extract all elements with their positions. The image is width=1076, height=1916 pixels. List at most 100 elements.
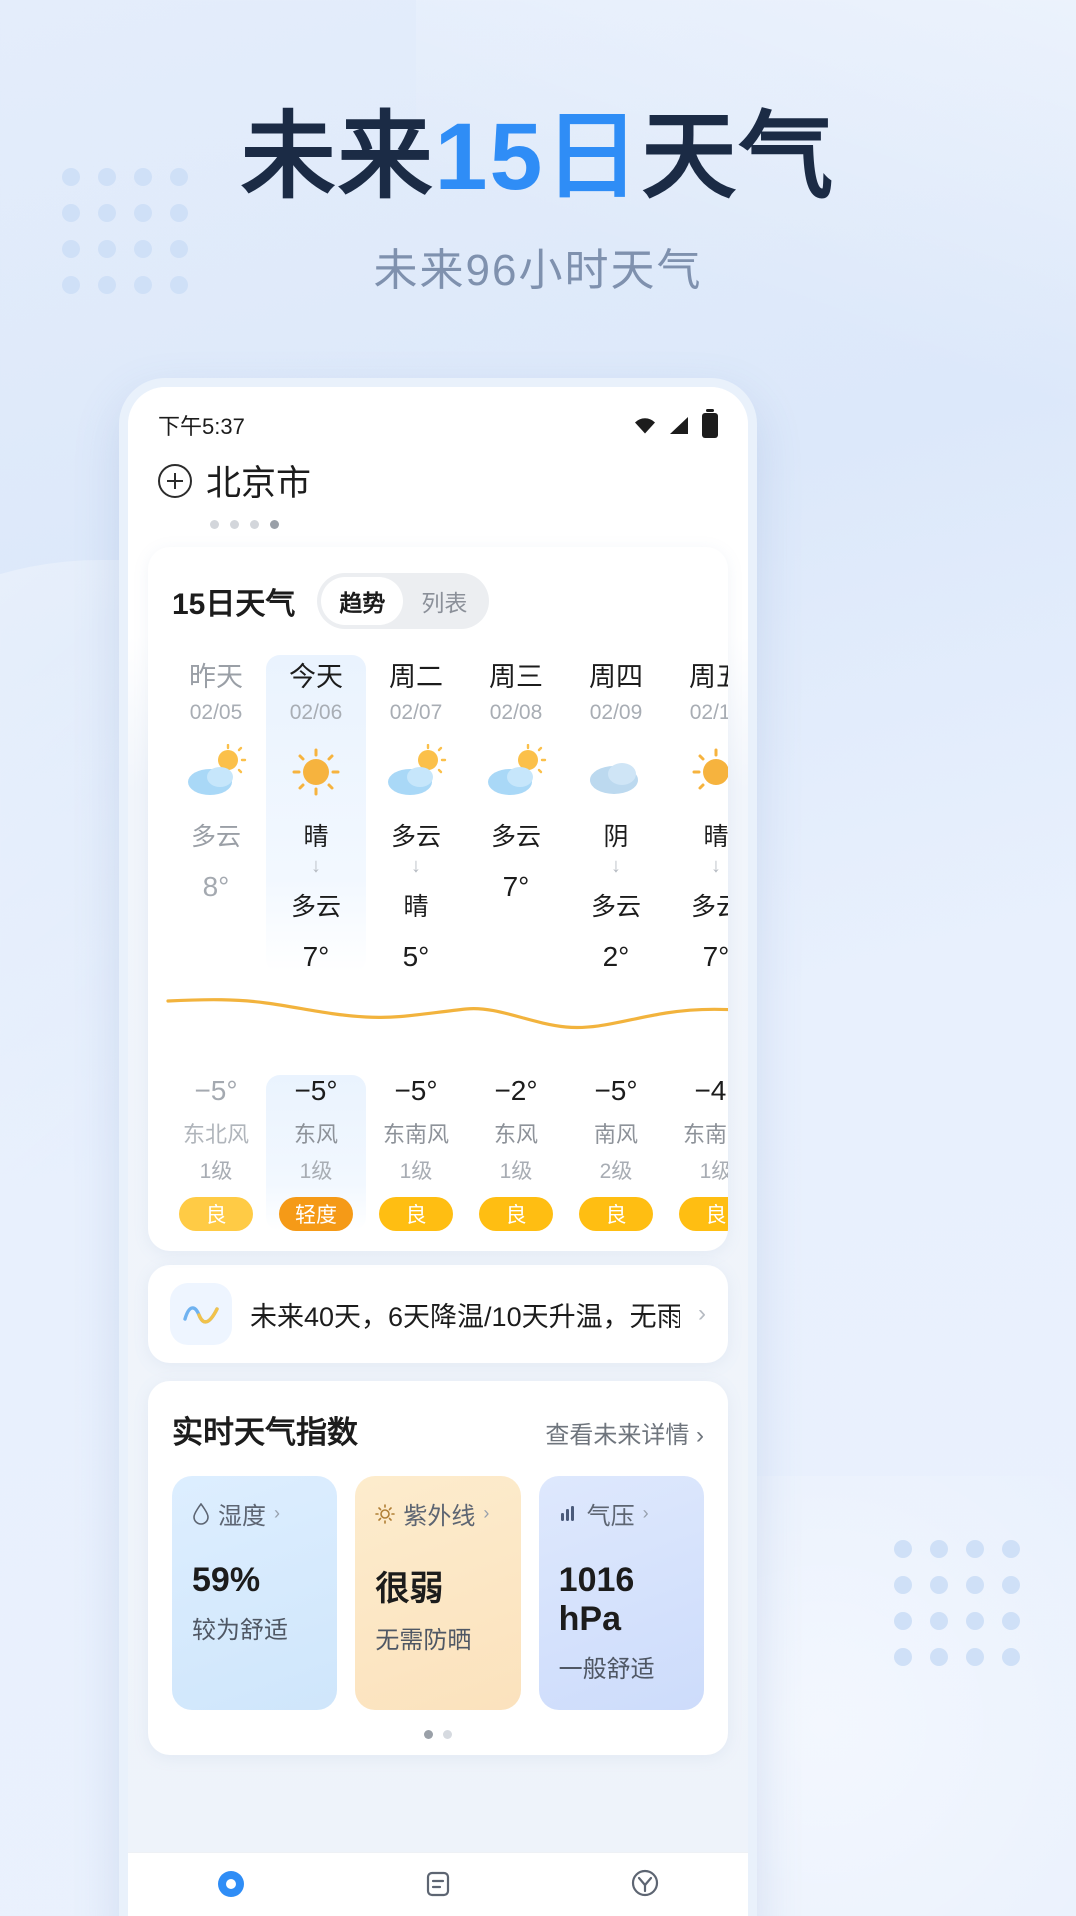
day-date: 02/10: [689, 701, 728, 724]
day-condition: 多云: [390, 823, 441, 851]
phone-screen: 下午5:37 北京市 15日天气 趋势 列表 昨天 02/05 多云 8° 今天…: [128, 387, 748, 1916]
day-name: 昨天: [189, 662, 243, 692]
day-condition-night: 多云: [690, 893, 728, 921]
hero-title: 未来15日天气: [0, 107, 1076, 208]
forecast-day-column[interactable]: 周四 02/09 阴 ↓ 多云 2°: [566, 655, 666, 973]
hero-section: 未来15日天气 未来96小时天气: [0, 107, 1076, 298]
bottom-tab-bar[interactable]: [128, 1852, 748, 1916]
aqi-badge: 良: [579, 1197, 653, 1231]
tab-trend[interactable]: 趋势: [321, 577, 404, 625]
partly-cloudy-icon: [166, 735, 266, 807]
indices-grid: 湿度 › 59% 较为舒适 紫外线 › 很弱 无需防晒 气压 › 1016 hP…: [172, 1476, 704, 1710]
index-tile-pressure[interactable]: 气压 › 1016 hPa 一般舒适: [538, 1476, 704, 1710]
city-row[interactable]: 北京市: [158, 455, 718, 506]
day-name: 周五: [689, 662, 728, 692]
index-desc: 一般舒适: [558, 1656, 655, 1683]
day-low-temp: −5°: [294, 1075, 338, 1106]
profile-tab-icon: [631, 1869, 658, 1897]
tab-weather[interactable]: [128, 1867, 335, 1901]
tab-profile[interactable]: [541, 1867, 748, 1899]
forecast-day-column-bottom[interactable]: −5° 东北风 1级 良: [166, 1075, 266, 1231]
forecast-days-top[interactable]: 昨天 02/05 多云 8° 今天 02/06 晴 ↓ 多云 7° 周二 02/…: [148, 655, 728, 973]
hero-title-part1: 未来: [240, 104, 435, 210]
status-icons: [632, 408, 718, 438]
day-wind-level: 1级: [399, 1160, 433, 1183]
day-wind-level: 1级: [299, 1160, 333, 1183]
day-name: 周二: [389, 662, 443, 692]
phone-mockup: 下午5:37 北京市 15日天气 趋势 列表 昨天 02/05 多云 8° 今天…: [119, 378, 757, 1916]
day-low-temp: −5°: [594, 1075, 638, 1106]
index-value: 很弱: [375, 1570, 444, 1608]
city-name[interactable]: 北京市: [206, 455, 311, 506]
aqi-badge: 良: [679, 1197, 728, 1231]
forecast-day-column[interactable]: 今天 02/06 晴 ↓ 多云 7°: [266, 655, 366, 973]
forecast-day-column-bottom[interactable]: −5° 东南风 1级 良: [366, 1075, 466, 1231]
condition-change-arrow: ↓: [311, 855, 321, 877]
day-date: 02/06: [289, 701, 343, 724]
day-wind: 南风: [593, 1122, 638, 1147]
aqi-badge: 良: [479, 1197, 553, 1231]
forecast-day-column[interactable]: 周二 02/07 多云 ↓ 晴 5°: [366, 655, 466, 973]
day-condition-night: 多云: [290, 893, 341, 921]
sunny-icon: [266, 735, 366, 807]
hero-title-accent: 15日: [434, 104, 642, 210]
aqi-badge: 轻度: [279, 1197, 353, 1231]
index-tile-uv[interactable]: 紫外线 › 很弱 无需防晒: [355, 1476, 521, 1710]
indices-title: 实时天气指数: [172, 1415, 358, 1450]
forecast-day-column-bottom[interactable]: −2° 东风 1级 良: [466, 1075, 566, 1231]
aqi-badge: 良: [179, 1197, 253, 1231]
day-low-temp: −2°: [494, 1075, 538, 1106]
chevron-right-icon: ›: [696, 1422, 704, 1449]
day-date: 02/08: [489, 701, 543, 724]
plus-circle-icon[interactable]: [158, 463, 192, 498]
tab-list[interactable]: 列表: [403, 577, 485, 625]
index-value: 59%: [192, 1561, 261, 1599]
day-wind-level: 1级: [199, 1160, 233, 1183]
forecast-card-title: 15日天气: [172, 588, 296, 621]
day-condition: 晴: [703, 823, 728, 851]
tab-calendar[interactable]: [335, 1867, 542, 1899]
day-high-temp: 8°: [202, 871, 230, 902]
app-header: 北京市: [128, 443, 748, 529]
forecast-day-column-bottom[interactable]: −4° 东南风 1级 良: [666, 1075, 728, 1231]
aqi-badge: 良: [379, 1197, 453, 1231]
day-date: 02/09: [589, 701, 643, 724]
day-condition: 多云: [190, 823, 241, 851]
forecast-day-column-bottom[interactable]: −5° 东风 1级 轻度: [266, 1075, 366, 1231]
partly-cloudy-icon: [466, 735, 566, 807]
calendar-tab-icon: [426, 1871, 450, 1897]
day-name: 今天: [289, 662, 343, 692]
condition-change-arrow: ↓: [611, 855, 621, 877]
status-bar: 下午5:37: [128, 387, 748, 443]
forecast-view-toggle[interactable]: 趋势 列表: [317, 573, 490, 629]
day-high-temp: 5°: [402, 941, 430, 972]
city-pager-dots[interactable]: [210, 520, 718, 529]
day-low-temp: −4°: [694, 1075, 728, 1106]
battery-icon: [702, 408, 718, 438]
index-label: 湿度: [218, 1503, 266, 1530]
weather-indices-card: 实时天气指数 查看未来详情 › 湿度 › 59% 较为舒适 紫外线 › 很弱 无…: [148, 1381, 728, 1755]
forecast-card-header: 15日天气 趋势 列表: [148, 573, 728, 629]
forecast-day-column[interactable]: 昨天 02/05 多云 8°: [166, 655, 266, 973]
forecast-days-bottom[interactable]: −5° 东北风 1级 良 −5° 东风 1级 轻度 −5° 东南风 1级 良 −…: [148, 1075, 728, 1231]
day-wind: 东南风: [382, 1122, 449, 1147]
day-wind: 东南风: [682, 1122, 728, 1147]
indices-pager-dots[interactable]: [172, 1730, 704, 1739]
index-value: 1016 hPa: [558, 1561, 635, 1638]
wifi-icon: [635, 418, 655, 434]
forecast-day-column[interactable]: 周五 02/10 晴 ↓: [666, 655, 728, 973]
chevron-right-icon: ›: [483, 1503, 490, 1523]
index-label: 紫外线: [403, 1503, 476, 1530]
forecast-day-column[interactable]: 周三 02/08 多云 7°: [466, 655, 566, 973]
pressure-bars-icon: [560, 1505, 574, 1521]
content-scroll[interactable]: 15日天气 趋势 列表 昨天 02/05 多云 8° 今天 02/06 晴 ↓ …: [128, 529, 748, 1755]
index-tile-humidity[interactable]: 湿度 › 59% 较为舒适: [172, 1476, 338, 1710]
forty-day-banner[interactable]: 未来40天，6天降温/10天升温，无雨... ›: [148, 1265, 728, 1363]
temperature-trend-chart: [148, 979, 728, 1049]
chevron-right-icon[interactable]: ›: [698, 1300, 706, 1328]
day-condition-night: 多云: [590, 893, 641, 921]
wave-chart-icon: [170, 1283, 232, 1345]
indices-more-link[interactable]: 查看未来详情 ›: [545, 1415, 704, 1450]
forecast-day-column-bottom[interactable]: −5° 南风 2级 良: [566, 1075, 666, 1231]
day-condition: 阴: [603, 823, 629, 851]
